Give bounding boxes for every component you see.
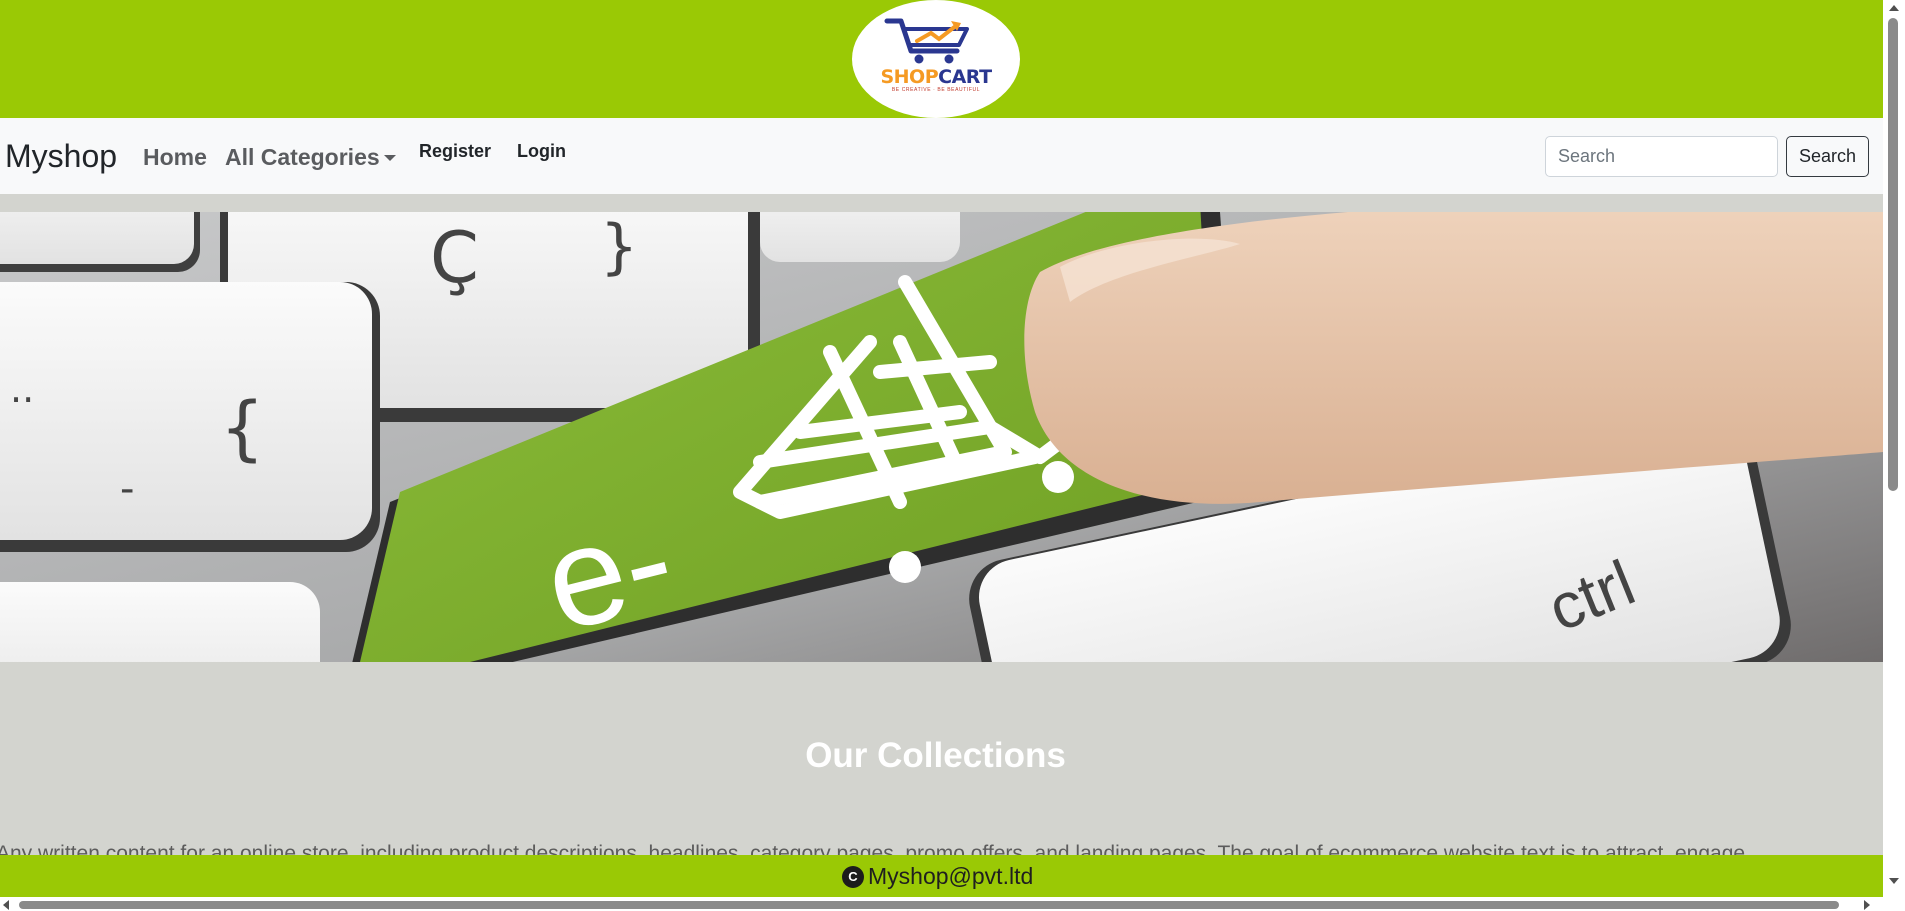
nav-dropdown-all-categories[interactable]: All Categories (225, 144, 380, 171)
collections-title: Our Collections (805, 736, 1066, 775)
footer-copyright-text: Myshop@pvt.ltd (868, 863, 1034, 889)
nav-link-register[interactable]: Register (419, 141, 491, 162)
navbar: Myshop Home All Categories Register Logi… (0, 118, 1883, 194)
shopcart-logo[interactable]: SHOPCART BE CREATIVE · BE BEAUTIFUL (852, 0, 1020, 118)
shopping-cart-icon (884, 18, 969, 64)
horizontal-scroll-thumb[interactable] (19, 901, 1839, 909)
navbar-brand[interactable]: Myshop (5, 138, 117, 175)
horizontal-scrollbar[interactable] (0, 897, 1883, 911)
caret-down-icon[interactable] (384, 155, 396, 161)
svg-text:}: } (600, 212, 638, 282)
svg-text:{: { (220, 387, 265, 469)
scroll-down-arrow-icon[interactable] (1889, 878, 1899, 884)
logo-wordmark: SHOPCART (880, 66, 992, 88)
hero-banner-image: Ç } .. { - e- ctrl (0, 212, 1883, 662)
footer: C Myshop@pvt.ltd (0, 855, 1883, 897)
scroll-right-arrow-icon[interactable] (1864, 900, 1870, 910)
logo-tagline: BE CREATIVE · BE BEAUTIFUL (891, 87, 981, 93)
svg-text:-: - (120, 466, 134, 512)
search-input[interactable] (1545, 136, 1778, 177)
svg-text:..: .. (10, 367, 34, 411)
search-button[interactable]: Search (1786, 136, 1869, 177)
scroll-up-arrow-icon[interactable] (1889, 5, 1899, 11)
nav-link-home[interactable]: Home (143, 144, 207, 171)
vertical-scrollbar[interactable] (1883, 0, 1905, 911)
copyright-icon: C (842, 866, 864, 888)
nav-link-login[interactable]: Login (517, 141, 566, 162)
vertical-scroll-thumb[interactable] (1888, 18, 1898, 491)
scroll-left-arrow-icon[interactable] (3, 900, 9, 910)
top-banner: SHOPCART BE CREATIVE · BE BEAUTIFUL (0, 0, 1883, 118)
svg-text:Ç: Ç (430, 217, 479, 299)
